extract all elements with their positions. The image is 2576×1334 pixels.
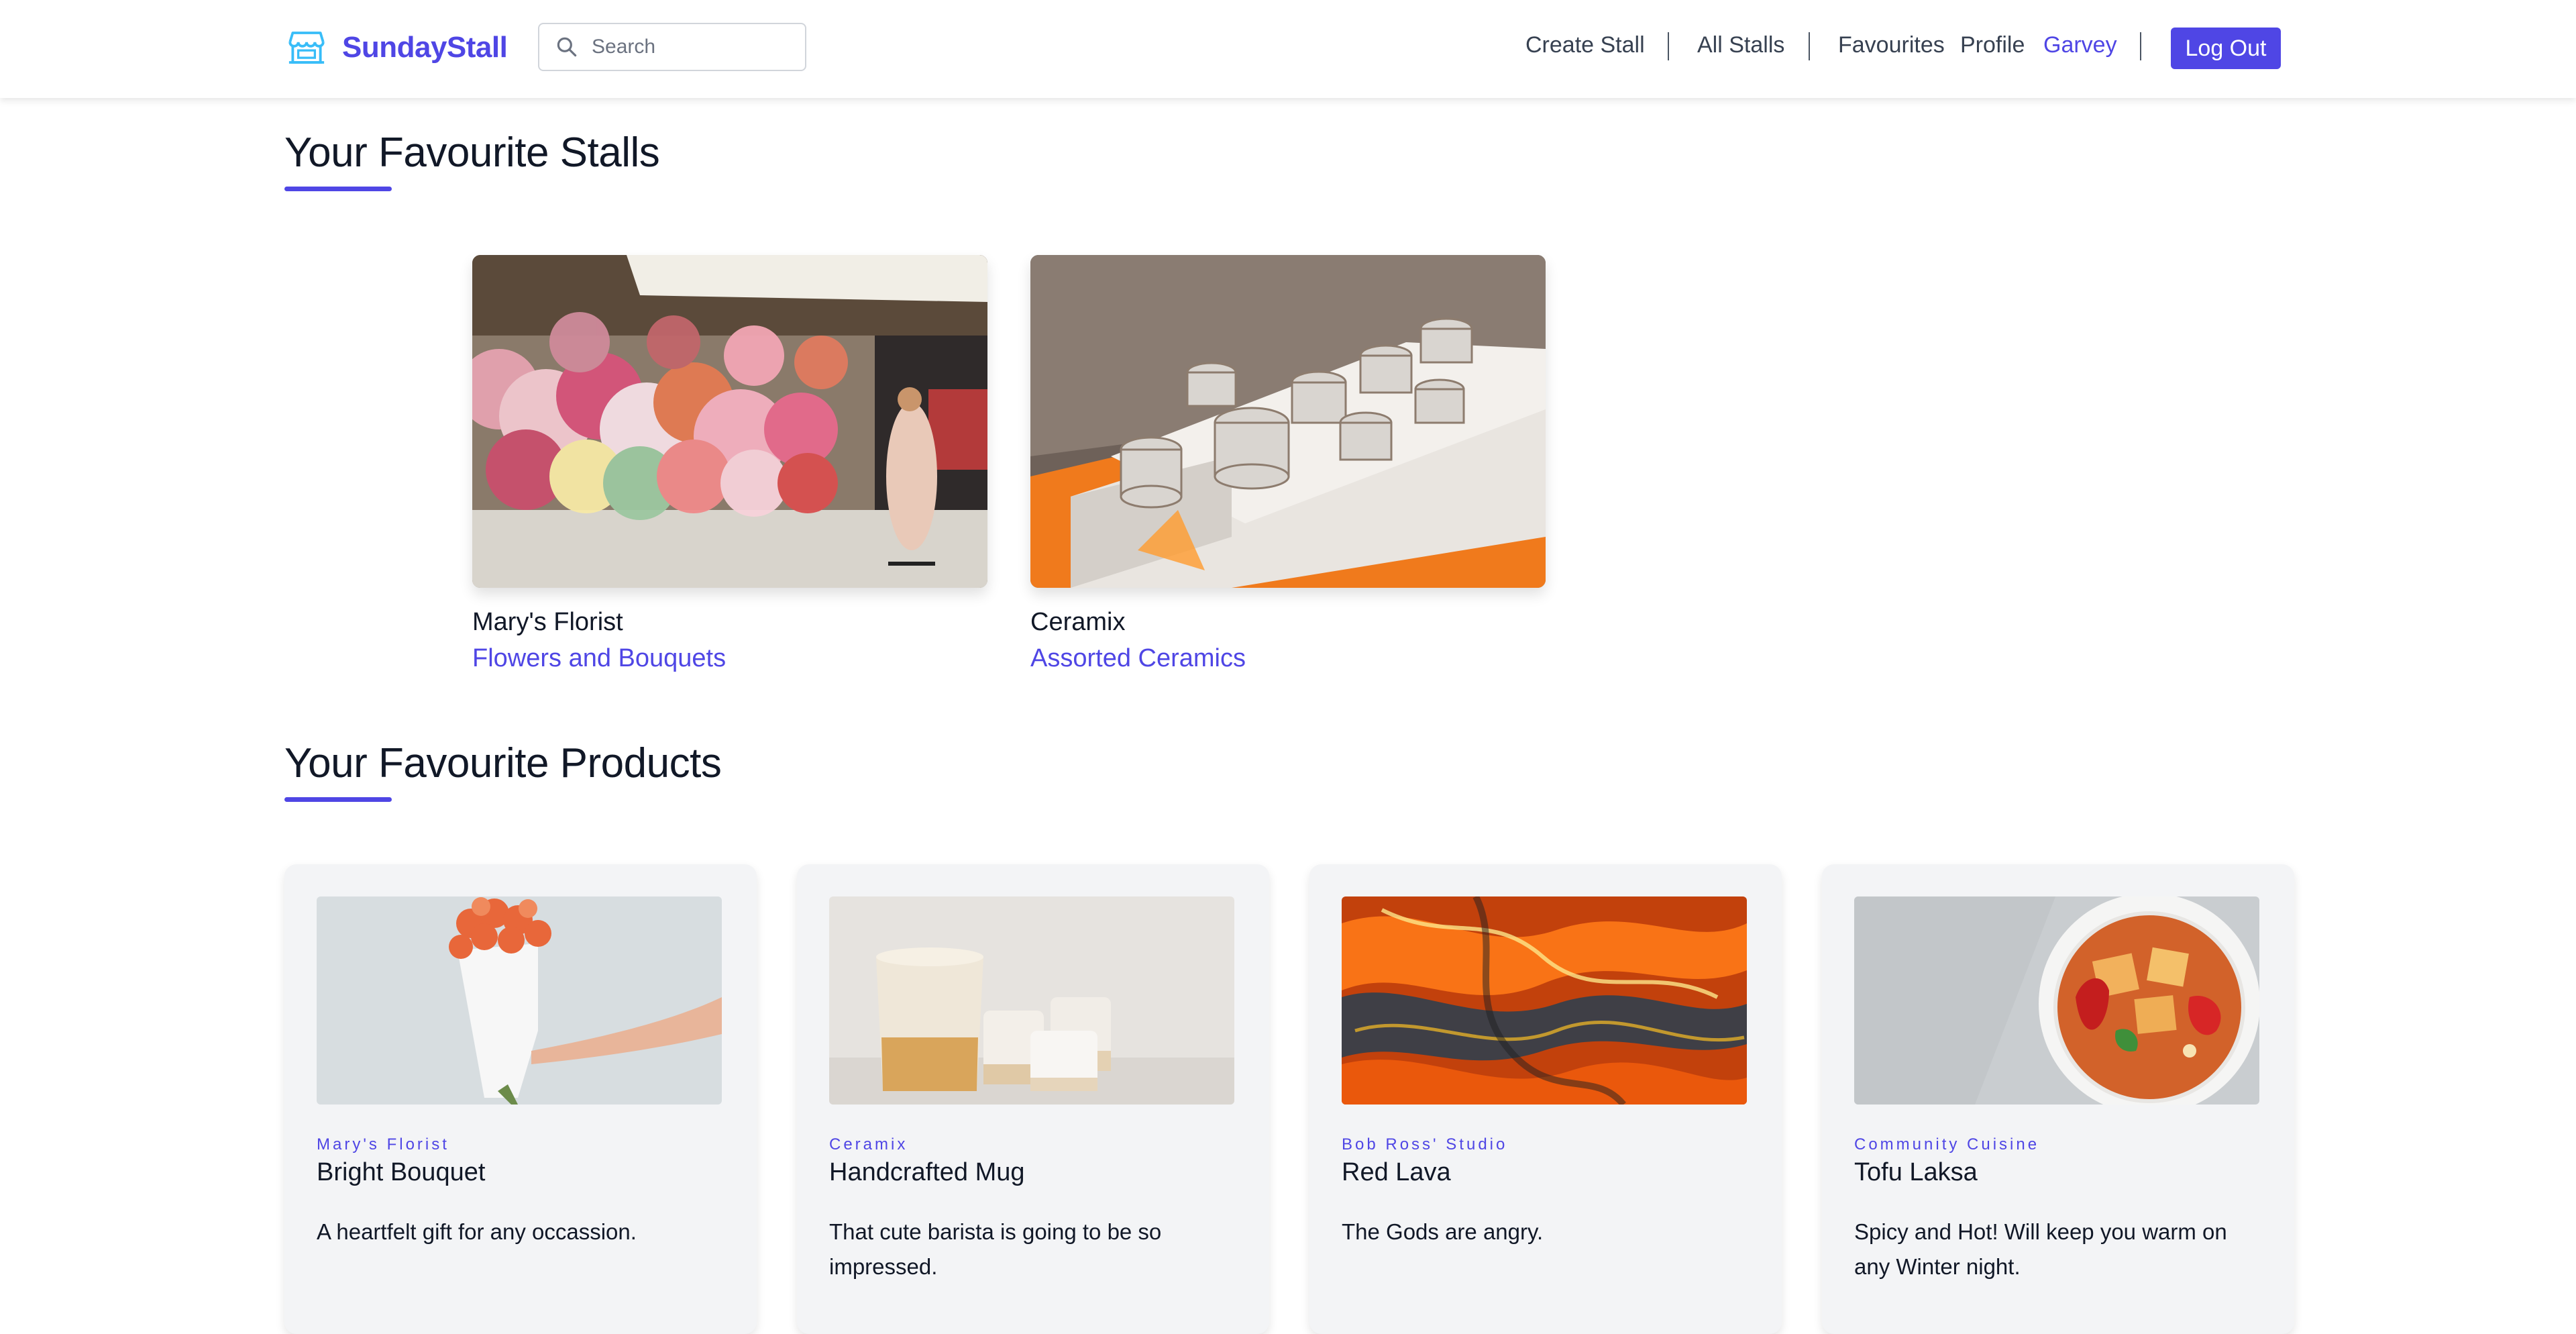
heading-underline bbox=[284, 187, 392, 191]
product-description: The Gods are angry. bbox=[1342, 1219, 1544, 1244]
storefront-icon bbox=[288, 32, 325, 64]
nav-favourites-link[interactable]: Favourites bbox=[1838, 32, 1945, 58]
laksa-bowl-photo bbox=[1854, 896, 2259, 1105]
nav-divider bbox=[2140, 32, 2141, 60]
product-card-red-lava[interactable]: Bob Ross' Studio Red Lava The Gods are a… bbox=[1309, 864, 1782, 1334]
product-card-tofu-laksa[interactable]: Community Cuisine Tofu Laksa Spicy and H… bbox=[1822, 864, 2294, 1334]
product-stall-label: Ceramix bbox=[829, 1135, 908, 1153]
stall-name: Mary's Florist bbox=[472, 608, 623, 636]
product-stall-label: Mary's Florist bbox=[317, 1135, 449, 1153]
bouquet-photo bbox=[317, 896, 722, 1105]
product-name: Handcrafted Mug bbox=[829, 1158, 1025, 1186]
search-icon bbox=[557, 37, 577, 57]
heading-underline bbox=[284, 797, 392, 802]
product-name: Red Lava bbox=[1342, 1158, 1451, 1186]
product-card-bright-bouquet[interactable]: Mary's Florist Bright Bouquet A heartfel… bbox=[284, 864, 757, 1334]
product-description: That cute barista is going to be so impr… bbox=[829, 1219, 1162, 1279]
mugs-photo bbox=[829, 896, 1234, 1105]
search-box[interactable] bbox=[538, 23, 806, 71]
stall-category-link[interactable]: Flowers and Bouquets bbox=[472, 644, 726, 673]
nav-divider bbox=[1809, 32, 1810, 60]
product-stall-label: Community Cuisine bbox=[1854, 1135, 2040, 1153]
top-navbar: SundayStall Create Stall All Stalls Favo… bbox=[0, 0, 2576, 98]
stall-name: Ceramix bbox=[1030, 608, 1126, 636]
product-name: Bright Bouquet bbox=[317, 1158, 486, 1186]
search-input[interactable] bbox=[590, 35, 794, 59]
lava-painting-photo bbox=[1342, 896, 1747, 1105]
favourite-products-heading: Your Favourite Products bbox=[284, 740, 722, 786]
stall-category-link[interactable]: Assorted Ceramics bbox=[1030, 644, 1246, 673]
product-stall-label: Bob Ross' Studio bbox=[1342, 1135, 1508, 1153]
product-card-handcrafted-mug[interactable]: Ceramix Handcrafted Mug That cute barist… bbox=[797, 864, 1269, 1334]
product-description: A heartfelt gift for any occassion. bbox=[317, 1219, 637, 1244]
brand-logo-link[interactable]: SundayStall bbox=[284, 25, 508, 70]
favourite-stalls-heading: Your Favourite Stalls bbox=[284, 130, 660, 176]
nav-profile-link[interactable]: Profile bbox=[1960, 32, 2025, 58]
stall-card-marys-florist[interactable]: Mary's Florist Flowers and Bouquets bbox=[472, 255, 987, 672]
nav-divider bbox=[1668, 32, 1669, 60]
product-name: Tofu Laksa bbox=[1854, 1158, 1978, 1186]
flower-market-photo bbox=[472, 255, 987, 588]
product-description: Spicy and Hot! Will keep you warm on any… bbox=[1854, 1219, 2227, 1279]
brand-name: SundayStall bbox=[342, 31, 508, 64]
nav-username-link[interactable]: Garvey bbox=[2043, 32, 2117, 58]
nav-create-stall-link[interactable]: Create Stall bbox=[1525, 32, 1645, 58]
stall-card-ceramix[interactable]: Ceramix Assorted Ceramics bbox=[1030, 255, 1546, 672]
logout-button[interactable]: Log Out bbox=[2171, 28, 2281, 69]
kiln-cups-photo bbox=[1030, 255, 1546, 588]
nav-all-stalls-link[interactable]: All Stalls bbox=[1697, 32, 1784, 58]
